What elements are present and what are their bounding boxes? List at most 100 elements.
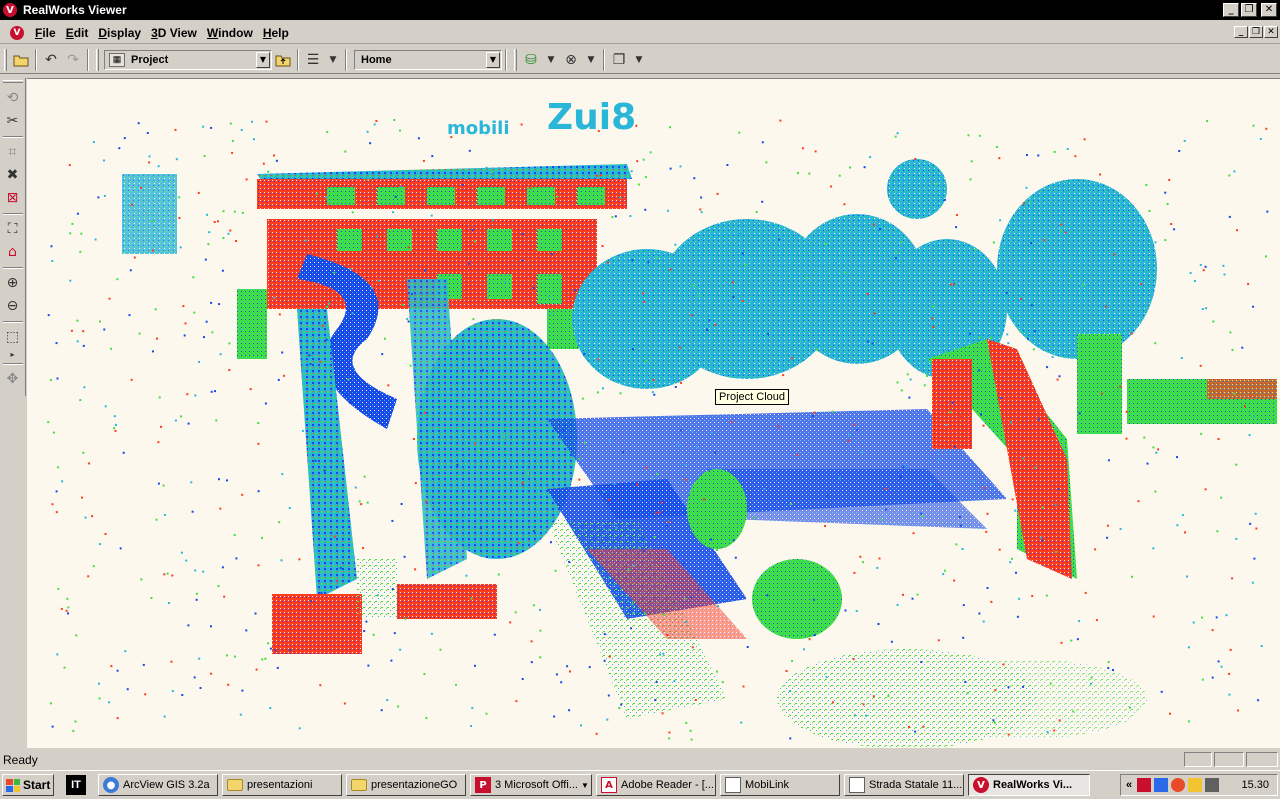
open-folder-icon[interactable] xyxy=(10,49,32,71)
doc-restore-button[interactable]: ❐ xyxy=(1249,26,1263,38)
task-button-presentazioni[interactable]: presentazioni xyxy=(222,774,342,796)
point-speck xyxy=(288,507,291,509)
fence-icon[interactable]: ⊠ xyxy=(2,187,24,209)
doc-close-button[interactable]: ✕ xyxy=(1264,26,1278,38)
realworks-logo-icon[interactable]: V xyxy=(3,3,17,17)
pan-icon[interactable]: ✥ xyxy=(2,368,24,390)
point-speck xyxy=(369,142,372,145)
document-system-icon[interactable]: V xyxy=(10,25,24,40)
point-speck xyxy=(1090,682,1093,685)
point-speck xyxy=(465,574,468,577)
point-speck xyxy=(397,705,400,708)
cut-tool-icon[interactable]: ✂ xyxy=(2,110,24,132)
tray-antivirus-icon[interactable] xyxy=(1171,778,1186,792)
redo-icon[interactable]: ↷ xyxy=(62,49,84,71)
menu-3d-view[interactable]: 3D View xyxy=(146,26,202,40)
right-building-front xyxy=(932,359,972,449)
menu-display[interactable]: Display xyxy=(93,26,146,40)
point-speck xyxy=(697,588,700,591)
point-speck xyxy=(872,695,875,698)
point-speck xyxy=(104,533,107,535)
render-mode-icon[interactable]: ⛁ xyxy=(520,49,542,71)
task-button-adobe-reader[interactable]: A Adobe Reader - [... xyxy=(596,774,716,796)
orientation-icon[interactable]: ⊗ xyxy=(560,49,582,71)
task-button-arcview[interactable]: ● ArcView GIS 3.2a xyxy=(98,774,218,796)
point-speck xyxy=(233,534,236,536)
chevron-down-icon[interactable]: ▼ xyxy=(630,49,648,71)
point-speck xyxy=(178,217,181,219)
chevron-down-icon[interactable]: ▼ xyxy=(324,49,342,71)
point-speck xyxy=(1160,690,1163,693)
chevron-down-icon[interactable]: ▼ xyxy=(256,51,270,68)
point-speck xyxy=(399,648,402,651)
segment-icon[interactable]: ⌗ xyxy=(2,141,24,163)
point-speck xyxy=(1072,710,1075,713)
menu-help[interactable]: Help xyxy=(258,26,294,40)
tray-device-icon[interactable] xyxy=(1205,778,1220,792)
point-speck xyxy=(371,287,373,290)
tray-app-icon[interactable] xyxy=(1137,778,1152,792)
chevron-right-icon[interactable]: ▸ xyxy=(2,349,24,359)
cube-view-icon[interactable]: ⬚ xyxy=(2,326,24,348)
point-speck xyxy=(344,150,347,153)
point-speck xyxy=(923,384,926,387)
point-speck xyxy=(84,516,87,519)
tray-expand-icon[interactable]: « xyxy=(1121,779,1137,791)
menu-file[interactable]: File xyxy=(30,26,61,40)
minimize-button[interactable]: _ xyxy=(1223,3,1239,17)
close-button[interactable]: ✕ xyxy=(1261,3,1277,17)
list-view-icon[interactable]: ☰ xyxy=(302,49,324,71)
task-button-strada-statale[interactable]: Strada Statale 11... xyxy=(844,774,964,796)
point-speck xyxy=(1030,242,1032,245)
point-speck xyxy=(130,378,133,381)
chevron-down-icon[interactable]: ▼ xyxy=(542,49,560,71)
point-speck xyxy=(613,482,616,485)
task-button-mobilink[interactable]: MobiLink xyxy=(720,774,840,796)
undo-icon[interactable]: ↶ xyxy=(40,49,62,71)
tray-monitor-icon[interactable] xyxy=(1188,778,1203,792)
point-speck xyxy=(1140,283,1143,285)
toolbar-grip[interactable] xyxy=(4,48,7,71)
menu-edit[interactable]: Edit xyxy=(61,26,94,40)
window-layout-icon[interactable]: ❐ xyxy=(608,49,630,71)
delete-segment-icon[interactable]: ✖ xyxy=(2,164,24,186)
point-speck xyxy=(74,720,77,723)
point-speck xyxy=(955,543,958,546)
point-speck xyxy=(157,482,160,485)
point-speck xyxy=(974,248,977,251)
toolbar-grip[interactable] xyxy=(96,48,99,71)
zoom-fit-icon[interactable]: ⛶ xyxy=(2,218,24,240)
restore-button[interactable]: ❐ xyxy=(1241,3,1257,17)
home-view-icon[interactable]: ⌂ xyxy=(2,241,24,263)
task-button-realworks[interactable]: V RealWorks Vi... xyxy=(968,774,1090,796)
point-speck xyxy=(716,563,719,566)
chevron-down-icon[interactable]: ▼ xyxy=(486,51,500,68)
point-speck xyxy=(289,649,292,652)
toolbar-grip[interactable] xyxy=(2,80,23,83)
start-button[interactable]: Start xyxy=(2,774,54,796)
doc-minimize-button[interactable]: _ xyxy=(1234,26,1248,38)
point-speck xyxy=(417,137,420,140)
view-combo[interactable]: Home ▼ xyxy=(354,49,502,70)
folder-up-icon[interactable] xyxy=(272,49,294,71)
point-speck xyxy=(1019,330,1022,333)
task-button-office[interactable]: P 3 Microsoft Offi... ▼ xyxy=(470,774,592,796)
point-speck xyxy=(655,511,658,514)
point-speck xyxy=(231,151,234,154)
point-speck xyxy=(278,521,281,524)
menu-window[interactable]: Window xyxy=(202,26,258,40)
point-speck xyxy=(1199,364,1202,367)
point-cloud[interactable]: Zui8 mobili xyxy=(27,79,1280,748)
chevron-down-icon[interactable]: ▼ xyxy=(582,49,600,71)
point-speck xyxy=(257,490,260,493)
point-speck xyxy=(1069,274,1072,277)
orbit-icon[interactable]: ⟲ xyxy=(2,87,24,109)
project-combo[interactable]: ▦ Project ▼ xyxy=(104,49,272,70)
tray-network-icon[interactable] xyxy=(1154,778,1169,792)
zoom-out-icon[interactable]: ⊖ xyxy=(2,295,24,317)
toolbar-grip[interactable] xyxy=(514,48,517,71)
3d-viewport[interactable]: Zui8 mobili Project Cloud xyxy=(27,78,1280,748)
language-indicator[interactable]: IT xyxy=(66,775,86,795)
zoom-in-icon[interactable]: ⊕ xyxy=(2,272,24,294)
task-button-presentazionego[interactable]: presentazioneGO xyxy=(346,774,466,796)
